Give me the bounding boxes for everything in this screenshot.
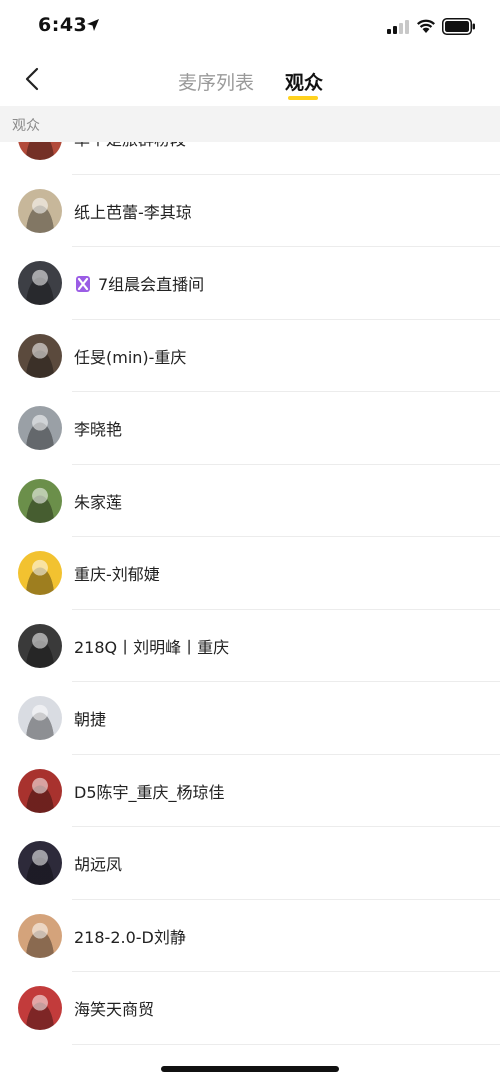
avatar[interactable] bbox=[18, 768, 62, 813]
avatar[interactable] bbox=[18, 188, 62, 233]
avatar[interactable] bbox=[18, 986, 62, 1030]
user-name: 重庆-刘郁婕 bbox=[74, 561, 160, 585]
list-item[interactable]: 218Q丨刘明峰丨重庆 bbox=[0, 610, 500, 682]
cellular-signal-icon bbox=[387, 20, 409, 34]
audience-list[interactable]: 单个是旅群粉段纸上芭蕾-李其琼 7组晨会直播间任旻(min)-重庆李晓艳朱家莲重庆… bbox=[0, 142, 500, 1082]
list-item[interactable]: 朱家莲 bbox=[0, 465, 500, 537]
user-name: 纸上芭蕾-李其琼 bbox=[74, 199, 192, 223]
avatar[interactable] bbox=[18, 551, 62, 595]
list-item[interactable]: 218-2.0-D刘静 bbox=[0, 900, 500, 972]
user-name-text: 7组晨会直播间 bbox=[98, 275, 205, 294]
user-name-text: 任旻(min)-重庆 bbox=[74, 347, 187, 367]
list-item[interactable]: 海笑天商贸 bbox=[0, 972, 500, 1045]
nav-bar: 麦序列表 观众 bbox=[0, 56, 500, 106]
user-name-text: 纸上芭蕾-李其琼 bbox=[74, 202, 192, 222]
user-name: 任旻(min)-重庆 bbox=[74, 344, 186, 368]
user-name: 朝捷 bbox=[74, 706, 106, 730]
list-item[interactable]: 单个是旅群粉段 bbox=[0, 142, 500, 175]
list-item[interactable]: 朝捷 bbox=[0, 682, 500, 755]
user-name: 218Q丨刘明峰丨重庆 bbox=[74, 634, 229, 658]
section-header: 观众 bbox=[0, 106, 500, 142]
avatar[interactable] bbox=[18, 333, 62, 378]
user-name-text: 重庆-刘郁婕 bbox=[74, 565, 160, 584]
tab-audience[interactable]: 观众 bbox=[285, 68, 323, 95]
list-item[interactable]: 7组晨会直播间 bbox=[0, 247, 500, 320]
section-header-label: 观众 bbox=[12, 118, 40, 134]
back-arrow-icon[interactable] bbox=[18, 64, 48, 94]
tab-mic-queue[interactable]: 麦序列表 bbox=[178, 68, 254, 95]
battery-icon bbox=[442, 18, 475, 35]
list-item[interactable]: 重庆-刘郁婕 bbox=[0, 537, 500, 610]
user-name-text: 海笑天商贸 bbox=[74, 1000, 155, 1019]
avatar[interactable] bbox=[18, 478, 62, 523]
user-name: D5陈宇_重庆_杨琼佳 bbox=[74, 779, 225, 803]
status-bar: 6:43 bbox=[0, 0, 500, 56]
list-item[interactable]: 纸上芭蕾-李其琼 bbox=[0, 175, 500, 247]
avatar[interactable] bbox=[18, 142, 62, 160]
avatar[interactable] bbox=[18, 841, 62, 885]
user-name-text: 李晓艳 bbox=[74, 420, 123, 439]
user-name-text: 218Q丨刘明峰丨重庆 bbox=[74, 637, 230, 657]
purple-ribbon-icon bbox=[76, 276, 90, 292]
user-name: 朱家莲 bbox=[74, 489, 122, 513]
wifi-icon bbox=[417, 19, 435, 33]
status-time: 6:43 bbox=[38, 14, 88, 36]
list-item[interactable]: 李晓艳 bbox=[0, 392, 500, 465]
user-name: 李晓艳 bbox=[74, 416, 122, 440]
user-name-text: 胡远凤 bbox=[74, 855, 123, 874]
avatar[interactable] bbox=[18, 406, 62, 450]
user-name-text: D5陈宇_重庆_杨琼佳 bbox=[74, 782, 225, 802]
home-indicator bbox=[161, 1066, 339, 1072]
user-name-text: 朝捷 bbox=[74, 710, 107, 729]
user-name-text: 218-2.0-D刘静 bbox=[74, 927, 186, 947]
avatar[interactable] bbox=[18, 913, 62, 958]
user-name: 单个是旅群粉段 bbox=[74, 142, 186, 150]
location-arrow-icon bbox=[87, 19, 99, 31]
user-name: 胡远凤 bbox=[74, 851, 122, 875]
user-name: 218-2.0-D刘静 bbox=[74, 924, 186, 948]
list-item[interactable]: 胡远凤 bbox=[0, 827, 500, 900]
list-item[interactable]: D5陈宇_重庆_杨琼佳 bbox=[0, 755, 500, 827]
active-tab-indicator bbox=[288, 96, 318, 100]
user-name-text: 单个是旅群粉段 bbox=[74, 142, 186, 149]
user-name: 7组晨会直播间 bbox=[74, 271, 204, 295]
avatar[interactable] bbox=[18, 261, 62, 305]
divider bbox=[72, 1043, 500, 1045]
avatar[interactable] bbox=[18, 696, 62, 740]
avatar[interactable] bbox=[18, 623, 62, 668]
list-item[interactable]: 任旻(min)-重庆 bbox=[0, 320, 500, 392]
user-name: 海笑天商贸 bbox=[74, 996, 154, 1020]
user-name-text: 朱家莲 bbox=[74, 492, 123, 512]
